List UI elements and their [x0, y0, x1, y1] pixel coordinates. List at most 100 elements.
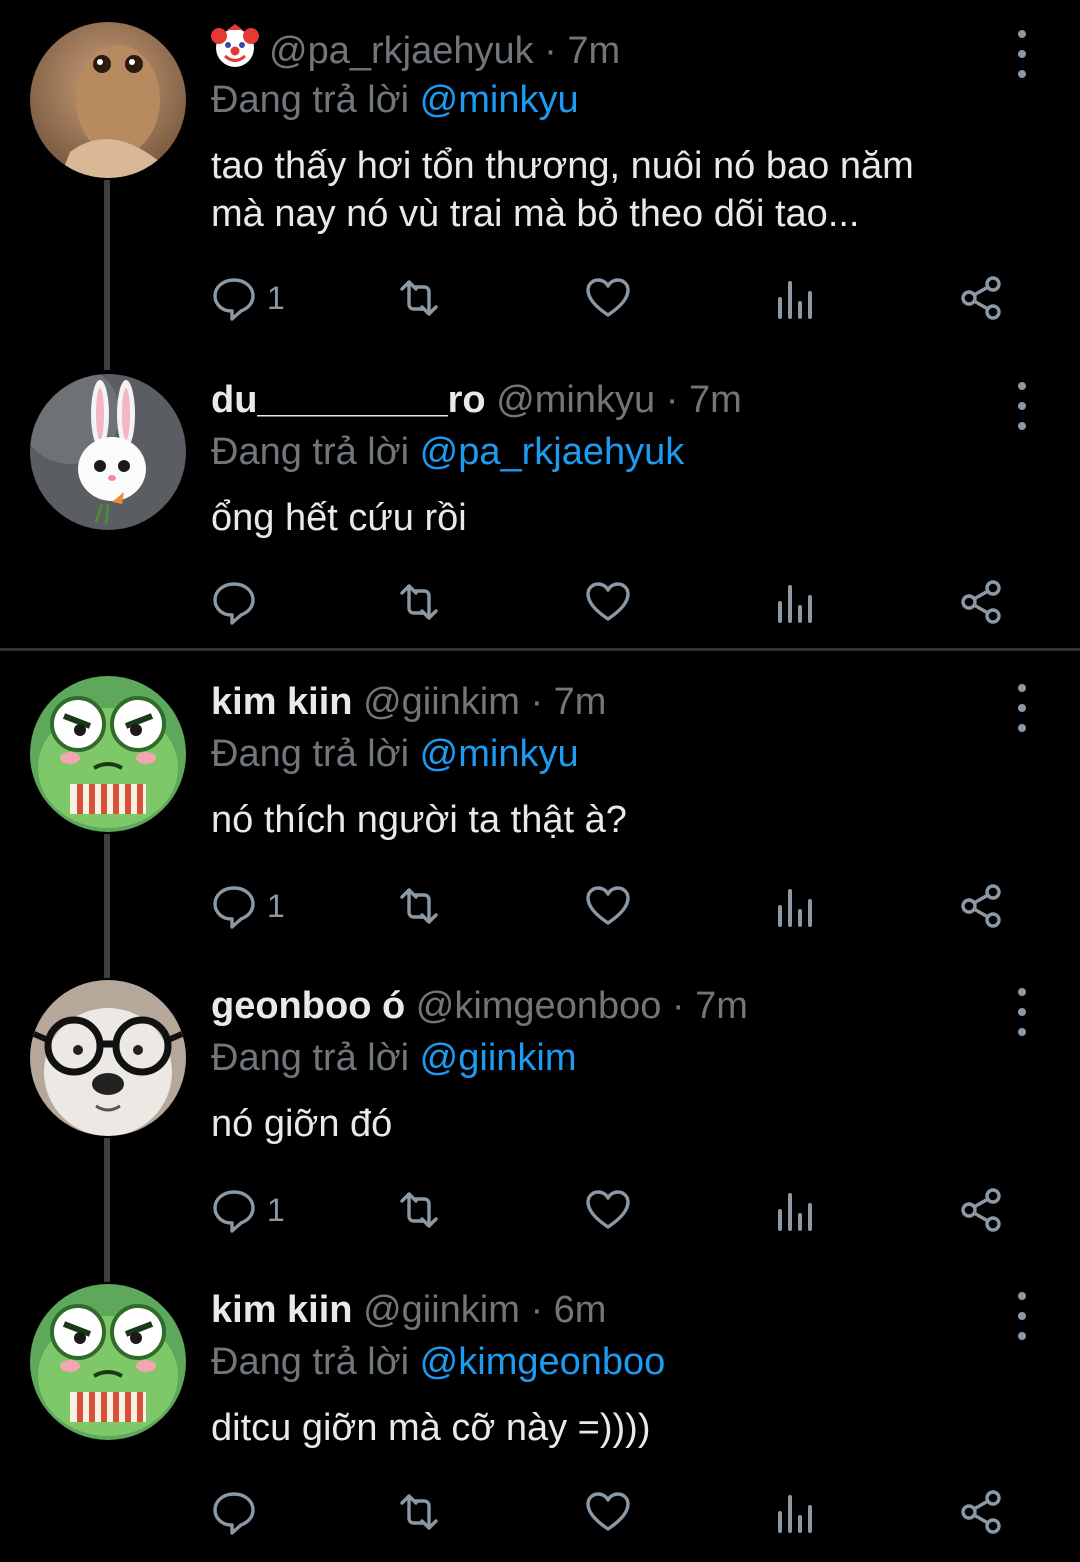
avatar[interactable] — [30, 374, 186, 530]
analytics-icon — [778, 1495, 812, 1533]
timestamp[interactable]: 6m — [554, 1289, 607, 1331]
tweet[interactable]: kim kiin @giinkim · 7m Đang trả lời @min… — [0, 654, 1080, 954]
tweet-actions — [211, 574, 1011, 630]
share-button[interactable] — [959, 270, 1005, 326]
views-button[interactable] — [772, 574, 818, 630]
timestamp[interactable]: 7m — [695, 985, 748, 1027]
avatar[interactable] — [30, 676, 186, 832]
heart-icon — [586, 886, 630, 925]
user-handle[interactable]: @kimgeonboo — [416, 985, 662, 1027]
tweet[interactable]: @pa_rkjaehyuk · 7m Đang trả lời @minkyu … — [0, 0, 1080, 350]
tweet-actions — [211, 1484, 1011, 1540]
avatar[interactable] — [30, 22, 186, 178]
tweet[interactable]: du_________ro @minkyu · 7m Đang trả lời … — [0, 352, 1080, 648]
tweet-actions: 1 — [211, 878, 1011, 934]
divider — [0, 648, 1080, 651]
reply-icon — [213, 582, 255, 625]
bear-glasses-avatar-icon — [30, 980, 186, 1136]
display-name[interactable]: kim kiin — [211, 1289, 353, 1331]
replying-to: Đang trả lời @giinkim — [211, 1037, 577, 1079]
frog-avatar-icon — [30, 676, 186, 832]
retweet-button[interactable] — [396, 1182, 442, 1238]
reply-button[interactable] — [211, 1484, 267, 1540]
heart-icon — [586, 278, 630, 317]
timestamp[interactable]: 7m — [567, 30, 620, 72]
analytics-icon — [778, 281, 812, 319]
retweet-button[interactable] — [396, 1484, 442, 1540]
retweet-button[interactable] — [396, 270, 442, 326]
analytics-icon — [778, 585, 812, 623]
replying-to: Đang trả lời @minkyu — [211, 79, 579, 121]
tweet-text: ditcu giỡn mà cỡ này =)))) — [211, 1407, 651, 1449]
bunny-avatar-icon — [30, 374, 186, 530]
tweet-text: nó giỡn đó — [211, 1103, 393, 1145]
timestamp[interactable]: 7m — [689, 379, 742, 421]
reply-count: 1 — [267, 1191, 285, 1228]
user-handle[interactable]: @minkyu — [496, 379, 655, 421]
more-options-icon[interactable] — [1010, 1288, 1034, 1344]
like-button[interactable] — [585, 1182, 631, 1238]
heart-icon — [586, 582, 630, 621]
display-name[interactable]: kim kiin — [211, 681, 353, 723]
views-button[interactable] — [772, 1484, 818, 1540]
reply-button[interactable] — [211, 574, 267, 630]
fish-avatar-icon — [30, 22, 186, 178]
avatar[interactable] — [30, 1284, 186, 1440]
share-icon — [961, 884, 1001, 928]
display-name[interactable]: geonboo ó — [211, 985, 405, 1027]
tweet-header: kim kiin @giinkim · 7m — [211, 681, 607, 723]
like-button[interactable] — [585, 878, 631, 934]
retweet-icon — [400, 584, 438, 620]
avatar[interactable] — [30, 980, 186, 1136]
retweet-icon — [400, 888, 438, 924]
more-options-icon[interactable] — [1010, 378, 1034, 434]
mention-link[interactable]: @kimgeonboo — [420, 1341, 666, 1383]
mention-link[interactable]: @minkyu — [420, 733, 579, 775]
tweet-actions: 1 — [211, 1182, 1011, 1238]
share-button[interactable] — [959, 1182, 1005, 1238]
retweet-button[interactable] — [396, 574, 442, 630]
views-button[interactable] — [772, 878, 818, 934]
display-name[interactable]: du_________ro — [211, 379, 486, 421]
retweet-button[interactable] — [396, 878, 442, 934]
timestamp[interactable]: 7m — [554, 681, 607, 723]
tweet-text: nó thích người ta thật à? — [211, 799, 627, 841]
views-button[interactable] — [772, 270, 818, 326]
mention-link[interactable]: @pa_rkjaehyuk — [420, 431, 685, 473]
like-button[interactable] — [585, 574, 631, 630]
share-button[interactable] — [959, 1484, 1005, 1540]
retweet-icon — [400, 1192, 438, 1228]
views-button[interactable] — [772, 1182, 818, 1238]
share-icon — [961, 276, 1001, 320]
heart-icon — [586, 1492, 630, 1531]
share-icon — [961, 580, 1001, 624]
tweet-text: ổng hết cứu rồi — [211, 497, 467, 539]
reply-button[interactable]: 1 — [211, 878, 285, 934]
reply-button[interactable]: 1 — [211, 270, 285, 326]
user-handle[interactable]: @giinkim — [363, 1289, 520, 1331]
reply-count: 1 — [267, 279, 285, 316]
share-button[interactable] — [959, 878, 1005, 934]
share-icon — [961, 1490, 1001, 1534]
reply-button[interactable]: 1 — [211, 1182, 285, 1238]
more-options-icon[interactable] — [1010, 984, 1034, 1040]
user-handle[interactable]: @pa_rkjaehyuk — [269, 30, 534, 72]
like-button[interactable] — [585, 1484, 631, 1540]
like-button[interactable] — [585, 270, 631, 326]
reply-count: 1 — [267, 887, 285, 924]
tweet-text: tao thấy hơi tổn thương, nuôi nó bao năm… — [211, 145, 914, 235]
mention-link[interactable]: @giinkim — [420, 1037, 577, 1079]
mention-link[interactable]: @minkyu — [420, 79, 579, 121]
analytics-icon — [778, 889, 812, 927]
reply-icon — [213, 886, 255, 929]
tweet[interactable]: geonboo ó @kimgeonboo · 7m Đang trả lời … — [0, 958, 1080, 1258]
reply-icon — [213, 1492, 255, 1535]
replying-to: Đang trả lời @minkyu — [211, 733, 579, 775]
share-button[interactable] — [959, 574, 1005, 630]
tweet[interactable]: kim kiin @giinkim · 6m Đang trả lời @kim… — [0, 1262, 1080, 1562]
user-handle[interactable]: @giinkim — [363, 681, 520, 723]
more-options-icon[interactable] — [1010, 26, 1034, 82]
more-options-icon[interactable] — [1010, 680, 1034, 736]
reply-icon — [213, 278, 255, 321]
tweet-header: du_________ro @minkyu · 7m — [211, 379, 742, 421]
